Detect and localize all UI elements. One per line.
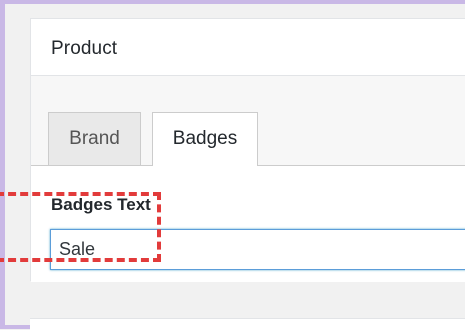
badges-tab-content: Badges Text	[31, 166, 465, 282]
badges-text-label: Badges Text	[51, 195, 151, 214]
tab-badges[interactable]: Badges	[152, 112, 258, 167]
panel-header: Product	[31, 19, 465, 76]
badges-text-input[interactable]	[50, 229, 465, 270]
tab-brand[interactable]: Brand	[48, 112, 141, 166]
product-panel: Product Brand Badges Badges Text	[30, 18, 465, 282]
next-panel-edge	[30, 318, 465, 330]
tabs-bar: Brand Badges	[31, 76, 465, 167]
panel-title: Product	[51, 38, 118, 59]
